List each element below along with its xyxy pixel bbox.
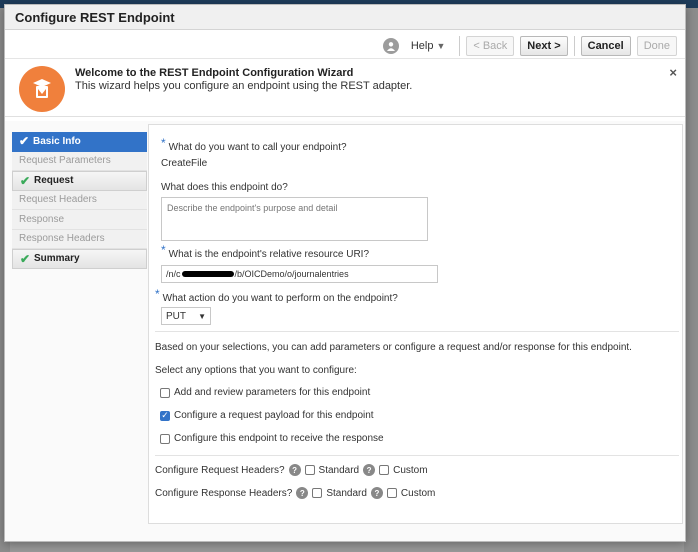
custom-label: Custom [393, 464, 428, 476]
back-button[interactable]: < Back [466, 35, 515, 56]
required-icon: * [161, 136, 166, 150]
request-headers-label: Configure Request Headers? [155, 464, 285, 476]
help-label: Help [410, 39, 434, 52]
train-item-summary[interactable]: ✔ Summary [12, 249, 147, 269]
wizard-train: ✔ Basic Info Request Parameters ✔ Reques… [12, 132, 147, 269]
train-item-basic-info[interactable]: ✔ Basic Info [12, 132, 147, 152]
help-icon[interactable]: ? [288, 464, 301, 476]
options-title: Select any options that you want to conf… [155, 365, 357, 376]
response-headers-label: Configure Response Headers? [155, 487, 293, 499]
endpoint-name-value[interactable]: CreateFile [161, 158, 207, 169]
check-icon: ✔ [20, 173, 31, 188]
train-item-response-headers: Response Headers [12, 229, 147, 249]
check-icon: ✔ [20, 251, 31, 266]
cancel-button[interactable]: Cancel [580, 35, 631, 56]
toolbar-divider [573, 35, 575, 56]
section-divider [155, 455, 679, 456]
train-item-request-parameters: Request Parameters [12, 151, 147, 171]
welcome-title: Welcome to the REST Endpoint Configurati… [75, 67, 354, 79]
resource-uri-input[interactable]: /n/c /b/OICDemo/o/journalentries [161, 265, 438, 283]
redaction-mark [181, 271, 234, 277]
action-select[interactable]: PUT ▼ [161, 307, 211, 325]
welcome-subtitle: This wizard helps you configure an endpo… [75, 80, 413, 92]
response-headers-row: Configure Response Headers? ? Standard ?… [155, 487, 435, 499]
done-button[interactable]: Done [636, 35, 677, 56]
action-label: * What action do you want to perform on t… [155, 287, 398, 304]
train-item-request-headers: Request Headers [12, 190, 147, 210]
required-icon: * [161, 243, 166, 257]
wizard-toolbar: Help ▼ < Back Next > Cancel Done [5, 33, 685, 59]
option-label: Configure this endpoint to receive the r… [174, 433, 384, 444]
response-custom-checkbox[interactable] [386, 488, 397, 498]
wizard-badge-icon [19, 66, 65, 112]
response-standard-checkbox[interactable] [312, 488, 323, 498]
help-menu[interactable]: Help ▼ [411, 40, 446, 52]
welcome-banner: Welcome to the REST Endpoint Configurati… [5, 59, 685, 117]
required-icon: * [155, 287, 160, 301]
help-icon[interactable]: ? [363, 464, 376, 476]
option-label: Add and review parameters for this endpo… [174, 387, 371, 398]
checkbox[interactable] [160, 433, 170, 444]
train-item-label: Request Parameters [19, 155, 111, 167]
train-item-label: Response [19, 213, 65, 225]
train-item-label: Request Headers [19, 194, 97, 206]
standard-label: Standard [318, 464, 360, 476]
configure-rest-endpoint-dialog: Configure REST Endpoint Help ▼ < Back Ne… [4, 4, 686, 542]
option-add-parameters[interactable]: Add and review parameters for this endpo… [160, 387, 370, 398]
train-item-request[interactable]: ✔ Request [12, 171, 147, 191]
endpoint-description-label: What does this endpoint do? [161, 182, 288, 193]
standard-label: Standard [326, 487, 367, 499]
chevron-down-icon: ▼ [198, 311, 206, 321]
request-custom-checkbox[interactable] [379, 465, 390, 475]
close-icon[interactable]: × [669, 65, 677, 80]
resource-uri-label: * What is the endpoint's relative resourc… [161, 243, 370, 260]
help-icon[interactable]: ? [296, 487, 309, 499]
train-item-label: Request [34, 175, 74, 187]
request-headers-row: Configure Request Headers? ? Standard ? … [155, 464, 428, 476]
endpoint-description-input[interactable] [161, 197, 428, 241]
train-item-label: Basic Info [33, 135, 81, 147]
endpoint-name-label: * What do you want to call your endpoint? [161, 136, 347, 153]
request-standard-checkbox[interactable] [304, 465, 315, 475]
chevron-down-icon: ▼ [436, 40, 446, 51]
train-item-label: Summary [34, 253, 80, 265]
wizard-body: ✔ Basic Info Request Parameters ✔ Reques… [5, 121, 685, 541]
user-icon[interactable] [382, 37, 399, 54]
section-divider [155, 331, 679, 332]
train-item-response: Response [12, 210, 147, 230]
train-item-label: Response Headers [19, 233, 105, 245]
uri-prefix: /n/c [166, 269, 181, 279]
option-label: Configure a request payload for this end… [174, 410, 374, 421]
custom-label: Custom [400, 487, 436, 499]
action-select-value: PUT [166, 310, 186, 322]
checkbox[interactable] [160, 387, 170, 398]
option-request-payload[interactable]: ✓ Configure a request payload for this e… [160, 410, 374, 421]
backdrop-right [684, 8, 698, 552]
selection-note: Based on your selections, you can add pa… [155, 342, 632, 353]
basic-info-panel: * What do you want to call your endpoint?… [148, 124, 683, 524]
dialog-title: Configure REST Endpoint [5, 5, 685, 30]
help-icon[interactable]: ? [370, 487, 383, 499]
check-icon: ✔ [19, 134, 30, 149]
checkbox-checked[interactable]: ✓ [160, 410, 170, 421]
next-button[interactable]: Next > [520, 35, 568, 56]
toolbar-divider [459, 35, 461, 56]
option-receive-response[interactable]: Configure this endpoint to receive the r… [160, 433, 384, 444]
uri-suffix: /b/OICDemo/o/journalentries [234, 269, 349, 279]
